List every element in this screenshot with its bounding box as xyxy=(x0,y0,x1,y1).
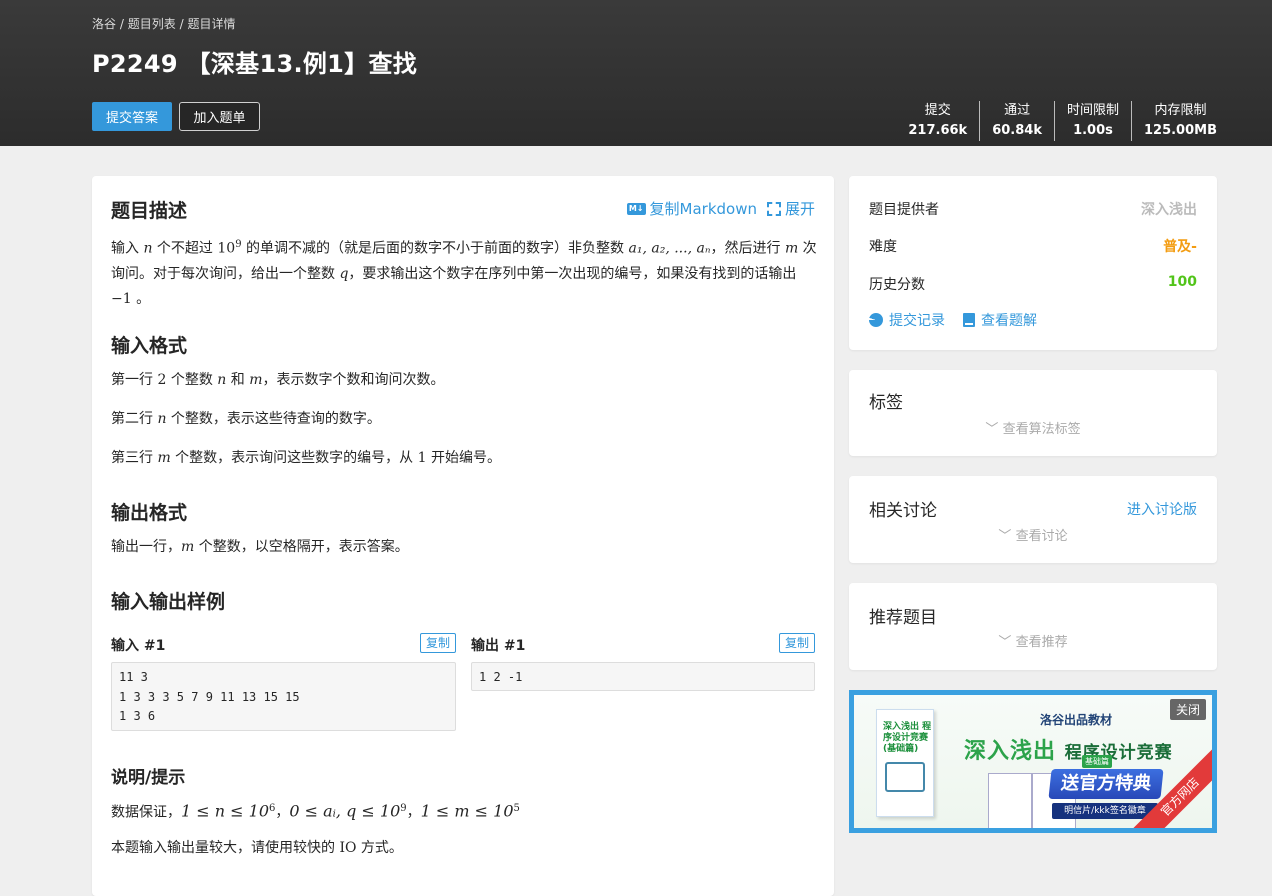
breadcrumb-home[interactable]: 洛谷 xyxy=(92,17,116,31)
stat-value: 1.00s xyxy=(1073,123,1113,138)
expand-icon xyxy=(766,201,781,216)
book-cover-title: 深入浅出 程序设计竞赛 (基础篇) xyxy=(883,722,932,754)
chevron-down-icon: ﹀ xyxy=(985,422,999,437)
show-recommend-label: 查看推荐 xyxy=(1015,635,1068,650)
stat-label: 时间限制 xyxy=(1066,103,1119,118)
submission-records-label: 提交记录 xyxy=(889,313,945,329)
ad-gift-subtitle: 明信片/kkk签名徽章 xyxy=(1052,803,1158,819)
copy-markdown-button[interactable]: M↓ 复制Markdown xyxy=(626,198,757,219)
description-heading: 题目描述 xyxy=(111,200,188,222)
ad-content: 深入浅出 程序设计竞赛 (基础篇) 洛谷出品教材 深入浅出 程序设计竞赛 基础篇… xyxy=(854,695,1212,828)
book-ad-banner[interactable]: 深入浅出 程序设计竞赛 (基础篇) 洛谷出品教材 深入浅出 程序设计竞赛 基础篇… xyxy=(849,690,1217,833)
sample-input-box[interactable]: 11 3 1 3 3 3 5 7 9 11 13 15 15 1 3 6 xyxy=(111,662,456,731)
problem-header: 洛谷 / 题目列表 / 题目详情 P2249 【深基13.例1】查找 提交答案 … xyxy=(0,0,1272,146)
expand-label: 展开 xyxy=(784,200,815,218)
copy-markdown-label: 复制Markdown xyxy=(649,200,757,218)
recommend-card: 推荐题目 ﹀ 查看推荐 xyxy=(849,583,1217,670)
stat-label: 提交 xyxy=(924,103,951,118)
sample-output-label: 输出 #1 xyxy=(471,638,526,654)
history-score-value: 100 xyxy=(1167,274,1197,290)
difficulty-row: 难度 普及- xyxy=(869,236,1197,256)
submission-records-link[interactable]: 提交记录 xyxy=(869,310,945,330)
show-tags-toggle[interactable]: ﹀ 查看算法标签 xyxy=(849,418,1217,437)
difficulty-label: 难度 xyxy=(869,239,897,255)
input-format-line-2: 第二行 n 个整数，表示这些待查询的数字。 xyxy=(111,411,381,427)
ad-edition-badge: 基础篇 xyxy=(1082,755,1112,768)
book-cover-illustration xyxy=(885,762,925,792)
view-solutions-label: 查看题解 xyxy=(981,313,1037,329)
discussion-title: 相关讨论 xyxy=(869,501,937,521)
hint-io-note: 本题输入输出量较大，请使用较快的 IO 方式。 xyxy=(111,840,403,856)
markdown-icon: M↓ xyxy=(626,202,646,215)
copy-input-button[interactable]: 复制 xyxy=(420,633,456,653)
provider-label: 题目提供者 xyxy=(869,202,939,218)
stat-accepted: 通过 60.84k xyxy=(980,101,1055,141)
pie-chart-icon xyxy=(869,313,883,327)
chevron-down-icon: ﹀ xyxy=(998,635,1012,650)
input-format-heading: 输入格式 xyxy=(111,335,188,357)
view-solutions-link[interactable]: 查看题解 xyxy=(963,310,1037,330)
content-toolbar: M↓ 复制Markdown 展开 xyxy=(626,198,815,219)
input-format-line-3: 第三行 m 个整数，表示询问这些数字的编号，从 1 开始编号。 xyxy=(111,450,502,466)
hint-heading: 说明/提示 xyxy=(111,768,186,788)
description-text: 输入 n 个不超过 109 的单调不减的（就是后面的数字不小于前面的数字）非负整… xyxy=(111,239,817,307)
samples-heading: 输入输出样例 xyxy=(111,591,226,613)
ad-headline: 深入浅出 程序设计竞赛 xyxy=(964,739,1173,764)
postcard-image xyxy=(988,773,1032,828)
ad-publisher: 洛谷出品教材 xyxy=(1040,713,1113,727)
submit-answer-button[interactable]: 提交答案 xyxy=(92,102,172,131)
show-tags-label: 查看算法标签 xyxy=(1002,422,1081,437)
stat-value: 217.66k xyxy=(908,123,968,138)
problem-content-card: 题目描述 M↓ 复制Markdown 展开 输入 n 个不超过 109 的单调不… xyxy=(92,176,834,896)
provider-value[interactable]: 深入浅出 xyxy=(1141,199,1197,219)
stat-value: 60.84k xyxy=(992,123,1042,138)
chevron-down-icon: ﹀ xyxy=(998,529,1012,544)
add-to-list-button[interactable]: 加入题单 xyxy=(179,102,260,131)
breadcrumb-problem-list[interactable]: 题目列表 xyxy=(128,17,176,31)
stat-value: 125.00MB xyxy=(1143,123,1217,138)
book-icon xyxy=(963,313,975,327)
sample-output-box[interactable]: 1 2 -1 xyxy=(471,662,815,691)
stat-label: 通过 xyxy=(1004,103,1031,118)
show-discussion-label: 查看讨论 xyxy=(1015,529,1068,544)
breadcrumb-separator: / xyxy=(179,17,184,31)
input-format-line-1: 第一行 2 个整数 n 和 m，表示数字个数和询问次数。 xyxy=(111,372,445,388)
difficulty-value: 普及- xyxy=(1163,239,1197,255)
output-format-line: 输出一行，m 个整数，以空格隔开，表示答案。 xyxy=(111,539,409,555)
sample-input-label: 输入 #1 xyxy=(111,638,166,654)
book-cover-image: 深入浅出 程序设计竞赛 (基础篇) xyxy=(876,709,934,817)
recommend-title: 推荐题目 xyxy=(869,608,937,628)
stat-time-limit: 时间限制 1.00s xyxy=(1055,101,1132,141)
stat-memory-limit: 内存限制 125.00MB xyxy=(1132,101,1217,141)
breadcrumb: 洛谷 / 题目列表 / 题目详情 xyxy=(92,15,235,32)
copy-output-button[interactable]: 复制 xyxy=(779,633,815,653)
problem-stats: 提交 217.66k 通过 60.84k 时间限制 1.00s 内存限制 125… xyxy=(896,101,1217,141)
page-title: P2249 【深基13.例1】查找 xyxy=(92,50,418,78)
output-format-heading: 输出格式 xyxy=(111,502,188,524)
history-score-row: 历史分数 100 xyxy=(869,274,1197,294)
breadcrumb-separator: / xyxy=(119,17,124,31)
expand-button[interactable]: 展开 xyxy=(766,198,815,219)
tags-card: 标签 ﹀ 查看算法标签 xyxy=(849,370,1217,456)
enter-discussion-link[interactable]: 进入讨论版 xyxy=(1127,499,1197,519)
stat-label: 内存限制 xyxy=(1154,103,1207,118)
problem-info-card: 题目提供者 深入浅出 难度 普及- 历史分数 100 提交记录 查看题解 xyxy=(849,176,1217,350)
show-discussion-toggle[interactable]: ﹀ 查看讨论 xyxy=(849,525,1217,544)
info-links: 提交记录 查看题解 xyxy=(869,310,1037,330)
show-recommend-toggle[interactable]: ﹀ 查看推荐 xyxy=(849,631,1217,650)
discussion-card: 相关讨论 进入讨论版 ﹀ 查看讨论 xyxy=(849,476,1217,563)
tags-title: 标签 xyxy=(869,393,903,413)
history-score-label: 历史分数 xyxy=(869,277,925,293)
provider-row: 题目提供者 深入浅出 xyxy=(869,199,1197,219)
ad-close-button[interactable]: 关闭 xyxy=(1169,699,1206,720)
breadcrumb-current: 题目详情 xyxy=(187,17,236,31)
stat-submissions: 提交 217.66k xyxy=(896,101,981,141)
hint-constraints: 数据保证，1 ≤ n ≤ 106，0 ≤ aᵢ, q ≤ 109，1 ≤ m ≤… xyxy=(111,801,520,821)
ad-gift-banner: 送官方特典 xyxy=(1048,769,1164,799)
